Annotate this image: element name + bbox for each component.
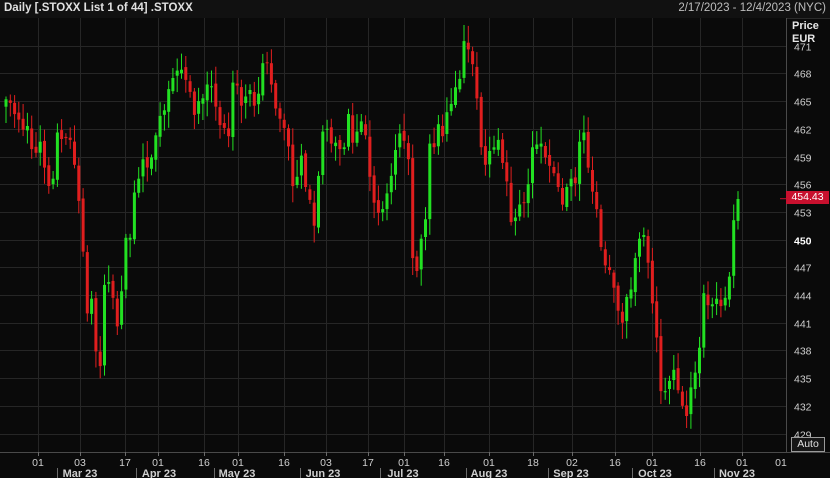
y-tick-label: 465 xyxy=(794,97,812,109)
month-label: Jun 23 xyxy=(306,468,341,478)
x-tick-label: 17 xyxy=(119,457,131,469)
month-label: Mar 23 xyxy=(63,468,98,478)
y-tick-label: 438 xyxy=(794,346,812,358)
price-axis[interactable]: Price EUR 429432435438441444447450453456… xyxy=(792,20,819,442)
candle xyxy=(317,171,320,234)
y-tick-label: 471 xyxy=(794,42,812,54)
x-tick-label: 16 xyxy=(694,457,706,469)
month-label: May 23 xyxy=(219,468,256,478)
y-tick-label: 459 xyxy=(794,153,812,165)
x-tick-label: 01 xyxy=(775,457,787,469)
x-tick-label: 01 xyxy=(32,457,44,469)
month-label: Apr 23 xyxy=(142,468,176,478)
candlestick-chart[interactable]: Price EUR 429432435438441444447450453456… xyxy=(0,0,830,478)
y-tick-label: 450 xyxy=(794,236,812,248)
chart-window: { "header": { "title": "Daily [.STOXX Li… xyxy=(0,0,830,478)
month-label: Oct 23 xyxy=(638,468,672,478)
candle xyxy=(304,150,308,192)
candle xyxy=(103,274,106,376)
y-tick-label: 447 xyxy=(794,263,812,275)
candle xyxy=(124,233,128,299)
candle xyxy=(565,183,569,212)
y-tick-label: 441 xyxy=(794,319,812,331)
month-label: Jul 23 xyxy=(387,468,418,478)
candle xyxy=(347,108,350,151)
candle xyxy=(702,284,706,358)
y-tick-label: 435 xyxy=(794,374,812,386)
x-tick-label: 17 xyxy=(362,457,374,469)
candle xyxy=(55,123,59,187)
x-tick-label: 16 xyxy=(278,457,290,469)
y-tick-label: 444 xyxy=(794,291,812,303)
x-tick-label: 16 xyxy=(198,457,210,469)
y-tick-label: 456 xyxy=(794,180,812,192)
month-label: Aug 23 xyxy=(471,468,508,478)
grid xyxy=(0,18,830,453)
candle xyxy=(411,144,415,275)
y-tick-label: 432 xyxy=(794,402,812,414)
month-label: Nov 23 xyxy=(719,468,755,478)
candle xyxy=(85,245,89,322)
candle xyxy=(599,204,603,251)
y-tick-label: 462 xyxy=(794,125,812,137)
y-tick-label: 468 xyxy=(794,69,812,81)
month-label: Sep 23 xyxy=(553,468,588,478)
time-axis[interactable]: 01 03 17 01 16 01 16 03 17 01 16 01 18 02 16 01 16 01 01Ma… xyxy=(32,452,787,478)
x-tick-label: 16 xyxy=(609,457,621,469)
last-price-badge: 454.43 xyxy=(786,191,829,204)
x-tick-label: 18 xyxy=(527,457,539,469)
x-tick-label: 16 xyxy=(438,457,450,469)
candle xyxy=(479,92,483,155)
y-tick-label: 453 xyxy=(794,208,812,220)
price-axis-label: Price xyxy=(792,20,819,32)
auto-scale-button[interactable]: Auto xyxy=(791,437,825,452)
